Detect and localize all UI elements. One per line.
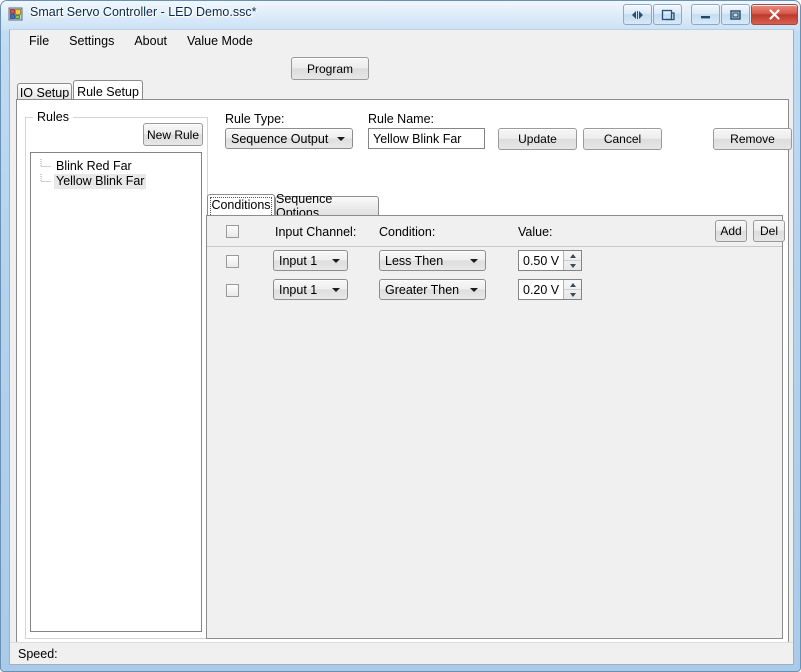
list-item[interactable]: Yellow Blink Far	[31, 174, 201, 189]
window-controls	[622, 4, 798, 25]
stepper-up-icon[interactable]	[564, 251, 581, 261]
input-channel-select[interactable]: Input 1	[273, 250, 348, 271]
close-icon[interactable]	[751, 4, 798, 25]
rule-name-value: Yellow Blink Far	[373, 131, 462, 146]
value-field: 0.50 V	[523, 253, 560, 268]
value-stepper[interactable]: 0.50 V	[518, 250, 582, 271]
tree-node-connector-icon	[39, 174, 52, 189]
rule-setup-tabpage: Rules New Rule Blink Red Far Yellow Blin…	[16, 99, 792, 648]
column-header-value: Value:	[518, 225, 553, 239]
list-item[interactable]: Blink Red Far	[31, 159, 201, 174]
condition-value: Less Then	[385, 253, 444, 268]
title-bar[interactable]: Smart Servo Controller - LED Demo.ssc*	[1, 1, 800, 28]
cancel-button[interactable]: Cancel	[583, 128, 662, 150]
status-bar: Speed:	[10, 642, 793, 664]
chevron-down-icon	[332, 258, 340, 263]
column-header-input-channel: Input Channel:	[275, 225, 357, 239]
update-button[interactable]: Update	[498, 128, 577, 150]
stepper-buttons[interactable]	[563, 251, 581, 270]
value-stepper[interactable]: 0.20 V	[518, 279, 582, 300]
rule-type-select[interactable]: Sequence Output	[225, 128, 353, 149]
conditions-header-row: Input Channel: Condition: Value: Add Del	[207, 216, 785, 247]
focus-indicator	[210, 197, 272, 215]
stepper-down-icon[interactable]	[564, 261, 581, 270]
maximize-icon[interactable]	[721, 4, 750, 25]
tree-node-connector-icon	[39, 159, 52, 174]
rules-treeview[interactable]: Blink Red Far Yellow Blink Far	[30, 152, 202, 632]
stepper-up-icon[interactable]	[564, 280, 581, 290]
select-all-checkbox[interactable]	[226, 225, 239, 238]
table-row: Input 1 Greater Then 0.20 V	[207, 276, 782, 305]
input-channel-value: Input 1	[279, 253, 318, 268]
value-field: 0.20 V	[523, 282, 560, 297]
stepper-down-icon[interactable]	[564, 290, 581, 299]
rule-name-label: Rule Name:	[368, 112, 434, 126]
tab-conditions[interactable]: Conditions	[207, 194, 275, 215]
list-item-label: Yellow Blink Far	[54, 174, 147, 189]
nav-arrows-icon[interactable]	[623, 4, 652, 25]
menu-item-file[interactable]: File	[19, 31, 59, 52]
row-select-checkbox[interactable]	[226, 284, 239, 297]
chevron-down-icon	[470, 258, 478, 263]
app-squares-icon	[8, 6, 24, 22]
add-condition-button[interactable]: Add	[715, 220, 747, 242]
conditions-tabpage: Input Channel: Condition: Value: Add Del…	[206, 215, 785, 639]
client-area: File Settings About Value Mode Program I…	[9, 29, 794, 665]
list-item-label: Blink Red Far	[56, 159, 132, 173]
main-tabstrip: IO Setup Rule Setup	[16, 80, 789, 102]
application-window: Smart Servo Controller - LED Demo.ssc* F…	[0, 0, 801, 672]
program-button[interactable]: Program	[291, 57, 369, 80]
restore-window-icon[interactable]	[653, 4, 682, 25]
minimize-icon[interactable]	[691, 4, 720, 25]
condition-select[interactable]: Less Then	[379, 250, 486, 271]
chevron-down-icon	[337, 136, 345, 141]
conditions-tabstrip: Conditions Sequence Options	[206, 192, 783, 220]
rule-type-label: Rule Type:	[225, 112, 285, 126]
condition-value: Greater Then	[385, 282, 460, 297]
chevron-down-icon	[470, 287, 478, 292]
new-rule-button[interactable]: New Rule	[143, 123, 203, 146]
tab-sequence-options[interactable]: Sequence Options	[275, 192, 379, 220]
menu-item-about[interactable]: About	[124, 31, 177, 52]
window-title: Smart Servo Controller - LED Demo.ssc*	[30, 5, 257, 19]
del-condition-button[interactable]: Del	[753, 220, 785, 242]
input-channel-value: Input 1	[279, 282, 318, 297]
column-header-condition: Condition:	[379, 225, 436, 239]
row-select-checkbox[interactable]	[226, 255, 239, 268]
menu-item-value-mode[interactable]: Value Mode	[177, 31, 263, 52]
chevron-down-icon	[332, 287, 340, 292]
rule-name-input[interactable]: Yellow Blink Far	[368, 128, 485, 149]
input-channel-select[interactable]: Input 1	[273, 279, 348, 300]
condition-select[interactable]: Greater Then	[379, 279, 486, 300]
rules-groupbox-title: Rules	[33, 110, 73, 124]
rules-groupbox: Rules New Rule Blink Red Far Yellow Blin…	[25, 110, 208, 639]
menu-item-settings[interactable]: Settings	[59, 31, 124, 52]
remove-button[interactable]: Remove	[713, 128, 792, 150]
table-row: Input 1 Less Then 0.50 V	[207, 247, 782, 276]
rule-type-value: Sequence Output	[231, 131, 329, 146]
stepper-buttons[interactable]	[563, 280, 581, 299]
menu-bar: File Settings About Value Mode	[10, 30, 793, 52]
status-speed-label: Speed:	[18, 646, 58, 661]
